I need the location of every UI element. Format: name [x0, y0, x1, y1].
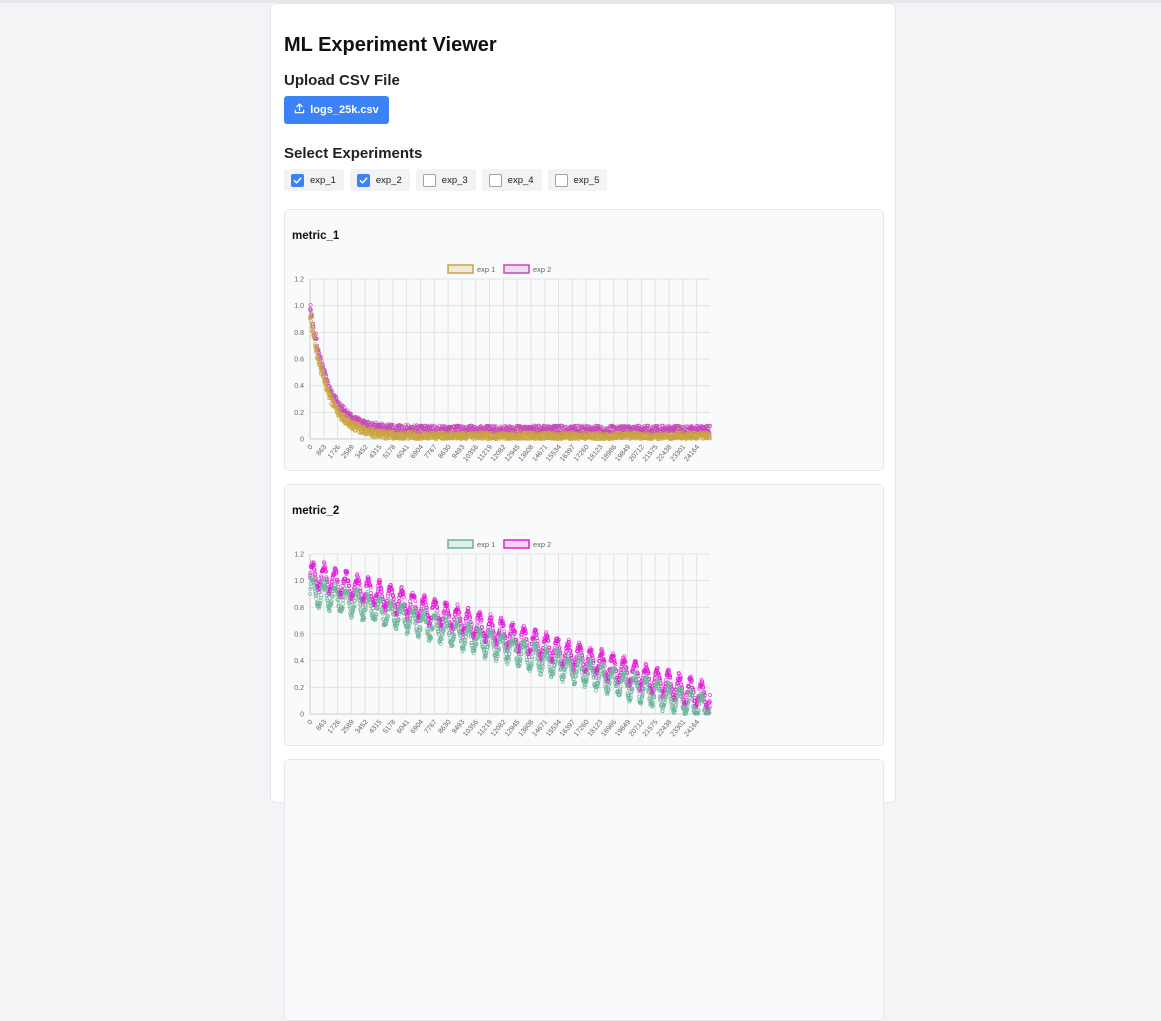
experiment-label: exp_1 [310, 175, 336, 186]
x-tick-label: 5178 [382, 719, 397, 736]
y-tick-label: 0.8 [294, 330, 304, 337]
y-tick-label: 0.8 [294, 605, 304, 612]
y-tick-label: 0.4 [294, 383, 304, 390]
x-tick-label: 1726 [327, 444, 342, 461]
x-tick-label: 6041 [396, 444, 411, 461]
x-tick-label: 8630 [437, 719, 452, 736]
chart-title: metric_2 [292, 505, 339, 517]
experiment-checkbox-list: exp_1 exp_2 exp_3 exp_4 exp_5 [284, 169, 607, 191]
y-tick-label: 0.2 [294, 410, 304, 417]
chart-metric-2: exp 1exp 21.21.00.80.60.40.2008631726258… [285, 525, 725, 745]
x-tick-label: 6904 [410, 719, 425, 736]
legend-label: exp 1 [477, 540, 495, 549]
page-title: ML Experiment Viewer [284, 34, 497, 57]
main-card: ML Experiment Viewer Upload CSV File log… [270, 3, 896, 803]
x-tick-label: 0 [307, 444, 315, 452]
data-point [415, 625, 418, 628]
x-tick-label: 4315 [368, 444, 383, 461]
y-tick-label: 0.6 [294, 357, 304, 364]
y-tick-label: 1.0 [294, 578, 304, 585]
data-point [708, 694, 711, 697]
experiment-option-exp-1[interactable]: exp_1 [284, 169, 344, 191]
data-point [409, 600, 412, 603]
y-tick-label: 1.0 [294, 303, 304, 310]
x-tick-label: 1726 [327, 719, 342, 736]
chart-panel-metric-2: metric_2 exp 1 exp 2 1.2 1.0 0.8 0.6 0.4 0.2 00 8… [284, 484, 884, 746]
series-exp-2 [308, 303, 711, 435]
experiment-label: exp_3 [442, 175, 468, 186]
experiment-label: exp_4 [508, 175, 534, 186]
experiment-option-exp-4[interactable]: exp_4 [482, 169, 542, 191]
data-point [456, 603, 459, 606]
checkbox[interactable] [555, 174, 568, 187]
legend-label: exp 1 [477, 265, 495, 274]
x-tick-label: 3452 [354, 719, 369, 736]
upload-icon [294, 103, 305, 117]
legend-swatch [504, 540, 529, 548]
data-point [414, 600, 417, 603]
data-point [341, 598, 344, 601]
legend-label: exp 2 [533, 265, 551, 274]
data-point [476, 620, 479, 623]
checkbox[interactable] [357, 174, 370, 187]
legend-swatch [504, 265, 529, 273]
chart-metric-1: exp 1exp 21.21.00.80.60.40.2008631726258… [285, 250, 725, 470]
chart-legend: exp 1 exp 2 [448, 540, 551, 549]
checkbox[interactable] [423, 174, 436, 187]
x-tick-label: 5178 [382, 444, 397, 461]
data-point [448, 636, 451, 639]
chart-panel-metric-1: metric_1 exp 1 exp 2 1.2 1.0 0.8 0.6 0.4 0.2 00 8… [284, 209, 884, 471]
y-tick-label: 0.2 [294, 685, 304, 692]
y-tick-label: 1.2 [294, 277, 304, 284]
x-tick-label: 2589 [341, 719, 356, 736]
legend-label: exp 2 [533, 540, 551, 549]
experiments-heading: Select Experiments [284, 145, 422, 162]
experiment-option-exp-5[interactable]: exp_5 [548, 169, 608, 191]
x-tick-label: 6904 [410, 444, 425, 461]
y-tick-label: 0.4 [294, 658, 304, 665]
y-tick-label: 0 [300, 437, 304, 444]
series-exp-2 [308, 561, 711, 714]
y-tick-label: 1.2 [294, 552, 304, 559]
x-tick-label: 0 [307, 719, 315, 727]
x-tick-label: 7767 [423, 444, 438, 461]
x-tick-label: 4315 [368, 719, 383, 736]
y-tick-label: 0 [300, 712, 304, 719]
data-point [315, 597, 318, 600]
checkbox[interactable] [291, 174, 304, 187]
legend-swatch [448, 265, 473, 273]
upload-file-button[interactable]: logs_25k.csv [284, 96, 389, 124]
x-tick-label: 24164 [683, 444, 701, 463]
x-tick-label: 2589 [341, 444, 356, 461]
experiment-label: exp_2 [376, 175, 402, 186]
checkbox[interactable] [489, 174, 502, 187]
experiment-option-exp-2[interactable]: exp_2 [350, 169, 410, 191]
x-tick-label: 3452 [354, 444, 369, 461]
upload-file-name: logs_25k.csv [310, 104, 379, 116]
experiment-label: exp_5 [574, 175, 600, 186]
upload-heading: Upload CSV File [284, 72, 400, 89]
chart-title: metric_1 [292, 230, 339, 242]
legend-swatch [448, 540, 473, 548]
experiment-option-exp-3[interactable]: exp_3 [416, 169, 476, 191]
data-point [342, 602, 345, 605]
chart-legend: exp 1 exp 2 [448, 265, 551, 274]
y-tick-label: 0.6 [294, 632, 304, 639]
x-tick-label: 24164 [683, 719, 701, 738]
x-tick-label: 7767 [423, 719, 438, 736]
x-tick-label: 8630 [437, 444, 452, 461]
x-tick-label: 6041 [396, 719, 411, 736]
